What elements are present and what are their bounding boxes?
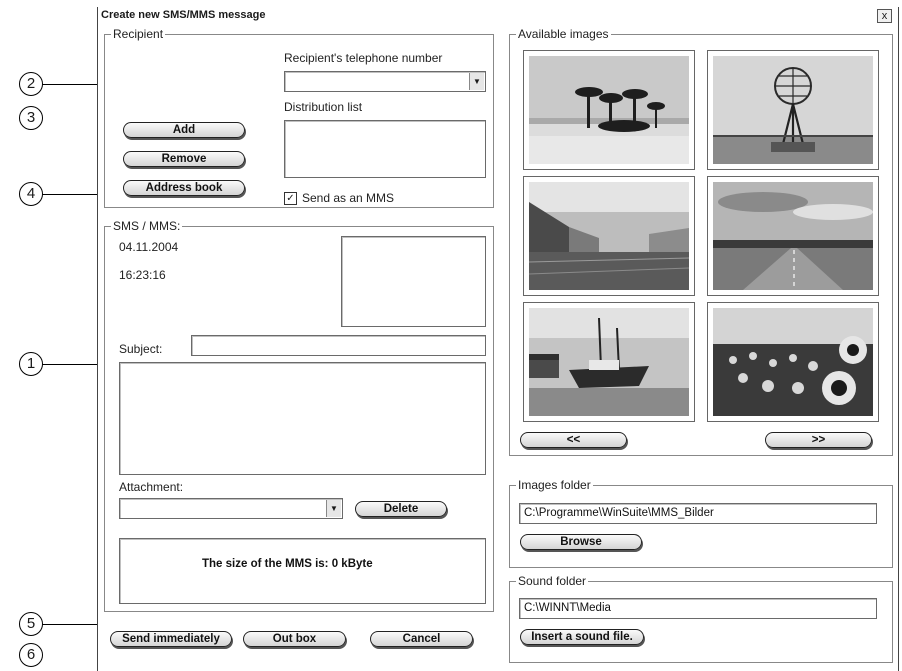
- mms-size-text: The size of the MMS is: 0 kByte: [202, 558, 373, 570]
- distribution-list[interactable]: [284, 120, 486, 178]
- phone-combo[interactable]: ▼: [284, 71, 486, 92]
- callout-1: 1: [19, 352, 43, 376]
- close-button[interactable]: x: [877, 9, 892, 23]
- remove-button[interactable]: Remove: [123, 151, 245, 167]
- callout-2: 2: [19, 72, 43, 96]
- sunflowers-picture: [713, 308, 873, 416]
- title-bar: Create new SMS/MMS message x: [98, 7, 898, 25]
- attachment-combo[interactable]: ▼: [119, 498, 343, 519]
- cancel-button[interactable]: Cancel: [370, 631, 473, 647]
- outbox-button[interactable]: Out box: [243, 631, 346, 647]
- attachment-label: Attachment:: [119, 480, 184, 494]
- palm-beach-image[interactable]: [523, 50, 695, 170]
- fishing-boat-picture: [529, 308, 689, 416]
- images-folder-path: C:\Programme\WinSuite\MMS_Bilder: [524, 507, 714, 519]
- send-mms-checkbox[interactable]: ✓: [284, 192, 297, 205]
- callout-line-4: [42, 194, 98, 195]
- previous-images-button[interactable]: <<: [520, 432, 627, 448]
- subject-input[interactable]: [191, 335, 486, 356]
- delete-button[interactable]: Delete: [355, 501, 447, 517]
- browse-button[interactable]: Browse: [520, 534, 642, 550]
- recipient-legend: Recipient: [111, 27, 166, 41]
- sound-folder-input[interactable]: C:\WINNT\Media: [519, 598, 877, 619]
- chevron-down-icon[interactable]: ▼: [326, 500, 341, 517]
- chevron-down-icon[interactable]: ▼: [469, 73, 484, 90]
- sound-folder-legend: Sound folder: [516, 574, 589, 588]
- harbour-houses-picture: [529, 182, 689, 290]
- images-folder-input[interactable]: C:\Programme\WinSuite\MMS_Bilder: [519, 503, 877, 524]
- message-date: 04.11.2004: [119, 240, 179, 254]
- images-folder-group: Images folder C:\Programme\WinSuite\MMS_…: [509, 478, 893, 568]
- phone-label: Recipient's telephone number: [284, 51, 443, 65]
- send-immediately-button[interactable]: Send immediately: [110, 631, 232, 647]
- send-mms-label: Send as an MMS: [302, 191, 395, 205]
- images-folder-legend: Images folder: [516, 478, 593, 492]
- road-sky-picture: [713, 182, 873, 290]
- available-images-legend: Available images: [516, 27, 611, 41]
- available-images-group: Available images << >>: [509, 27, 893, 456]
- recipient-group: Recipient Recipient's telephone number ▼…: [104, 27, 494, 208]
- callout-5: 5: [19, 612, 43, 636]
- palm-beach-picture: [529, 56, 689, 164]
- callout-6: 6: [19, 643, 43, 667]
- callout-line-2: [42, 84, 98, 85]
- globe-monument-picture: [713, 56, 873, 164]
- callout-3: 3: [19, 106, 43, 130]
- sound-folder-group: Sound folder C:\WINNT\Media Insert a sou…: [509, 574, 893, 663]
- distribution-label: Distribution list: [284, 100, 363, 114]
- window-title: Create new SMS/MMS message: [101, 9, 266, 21]
- image-preview: [341, 236, 486, 327]
- sound-folder-path: C:\WINNT\Media: [524, 602, 611, 614]
- next-images-button[interactable]: >>: [765, 432, 872, 448]
- mms-size-panel: The size of the MMS is: 0 kByte: [119, 538, 486, 604]
- fishing-boat-image[interactable]: [523, 302, 695, 422]
- sunflowers-image[interactable]: [707, 302, 879, 422]
- harbour-houses-image[interactable]: [523, 176, 695, 296]
- sms-mms-group: SMS / MMS: 04.11.2004 16:23:16 Subject: …: [104, 219, 494, 612]
- callout-4: 4: [19, 182, 43, 206]
- callout-line-5: [42, 624, 98, 625]
- road-sky-image[interactable]: [707, 176, 879, 296]
- message-body[interactable]: [119, 362, 486, 475]
- address-book-button[interactable]: Address book: [123, 180, 245, 196]
- insert-sound-button[interactable]: Insert a sound file.: [520, 629, 644, 645]
- globe-monument-image[interactable]: [707, 50, 879, 170]
- subject-label: Subject:: [119, 342, 163, 356]
- callout-line-1: [42, 364, 98, 365]
- add-button[interactable]: Add: [123, 122, 245, 138]
- sms-mms-legend: SMS / MMS:: [111, 219, 183, 233]
- message-time: 16:23:16: [119, 268, 166, 282]
- dialog-window: Create new SMS/MMS message x Recipient R…: [97, 7, 899, 671]
